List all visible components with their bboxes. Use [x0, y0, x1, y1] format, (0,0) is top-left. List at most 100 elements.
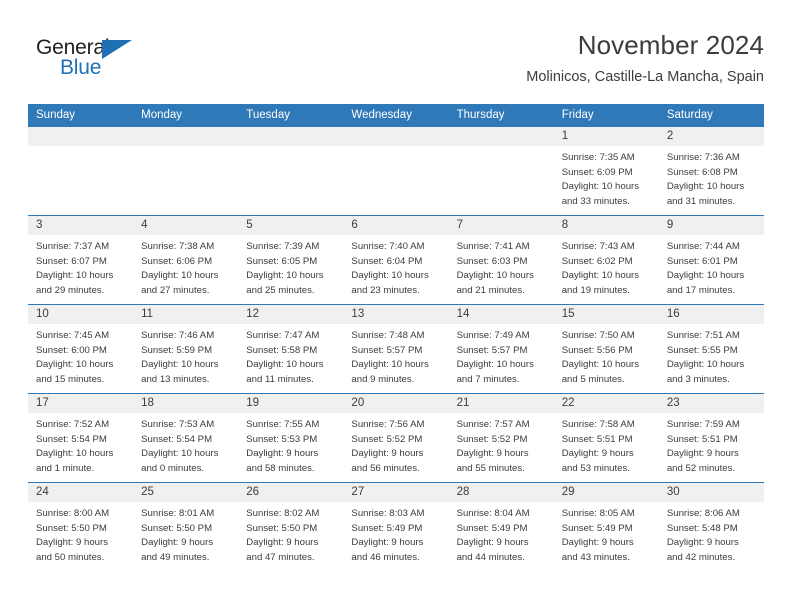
day-number: 23 [658, 394, 764, 413]
calendar-day-cell[interactable]: 3 Sunrise: 7:37 AM Sunset: 6:07 PM Daylight… [28, 215, 134, 305]
sunset-text: Sunset: 5:52 PM [351, 433, 423, 445]
sunset-text: Sunset: 5:50 PM [246, 522, 318, 534]
day-details: Sunrise: 7:44 AM Sunset: 6:01 PM Daylight:… [659, 235, 764, 298]
calendar-day-cell[interactable]: 18 Sunrise: 7:53 AM Sunset: 5:54 PM Dayligh… [133, 393, 239, 483]
day-details: Sunrise: 7:57 AM Sunset: 5:52 PM Daylight:… [449, 413, 554, 476]
daylight-text-line2: and 1 minute. [36, 462, 95, 474]
calendar-week-row: 3 Sunrise: 7:37 AM Sunset: 6:07 PM Daylight… [28, 215, 764, 305]
day-number: 11 [133, 305, 239, 324]
general-blue-logo[interactable]: General Blue [36, 36, 156, 84]
calendar-day-cell[interactable]: 14 Sunrise: 7:49 AM Sunset: 5:57 PM Dayligh… [448, 304, 554, 394]
calendar-day-cell[interactable]: 21 Sunrise: 7:57 AM Sunset: 5:52 PM Dayligh… [448, 393, 554, 483]
daylight-text-line1: Daylight: 9 hours [246, 448, 319, 460]
daylight-text-line2: and 17 minutes. [666, 284, 736, 296]
day-details: Sunrise: 8:02 AM Sunset: 5:50 PM Daylight:… [238, 502, 343, 565]
day-details: Sunrise: 8:05 AM Sunset: 5:49 PM Daylight:… [554, 502, 659, 565]
sunset-text: Sunset: 6:02 PM [561, 255, 633, 267]
sunset-text: Sunset: 5:49 PM [456, 522, 528, 534]
calendar-day-cell[interactable]: 5 Sunrise: 7:39 AM Sunset: 6:05 PM Daylight… [238, 215, 344, 305]
sunrise-text: Sunrise: 8:01 AM [141, 508, 215, 519]
day-details: Sunrise: 8:00 AM Sunset: 5:50 PM Daylight:… [28, 502, 133, 565]
daylight-text-line2: and 27 minutes. [141, 284, 210, 296]
calendar-day-cell[interactable]: 9 Sunrise: 7:44 AM Sunset: 6:01 PM Daylight… [658, 215, 764, 305]
daylight-text-line1: Daylight: 10 hours [141, 270, 219, 282]
day-number [28, 127, 134, 146]
calendar-day-cell[interactable]: 1 Sunrise: 7:35 AM Sunset: 6:09 PM Daylight… [553, 126, 659, 216]
daylight-text-line2: and 44 minutes. [456, 551, 525, 563]
calendar-day-cell[interactable]: 23 Sunrise: 7:59 AM Sunset: 5:51 PM Dayligh… [658, 393, 764, 483]
daylight-text-line2: and 29 minutes. [36, 284, 105, 296]
sunset-text: Sunset: 5:49 PM [351, 522, 423, 534]
calendar-day-cell[interactable]: 30 Sunrise: 8:06 AM Sunset: 5:48 PM Dayligh… [658, 482, 764, 572]
calendar-day-cell[interactable]: 27 Sunrise: 8:03 AM Sunset: 5:49 PM Dayligh… [343, 482, 449, 572]
day-details: Sunrise: 7:50 AM Sunset: 5:56 PM Daylight:… [554, 324, 659, 387]
calendar-day-cell[interactable]: 10 Sunrise: 7:45 AM Sunset: 6:00 PM Dayligh… [28, 304, 134, 394]
sunrise-text: Sunrise: 8:02 AM [246, 508, 320, 519]
title-block: November 2024 Molinicos, Castille-La Man… [526, 28, 764, 88]
day-details: Sunrise: 7:59 AM Sunset: 5:51 PM Daylight:… [659, 413, 764, 476]
calendar-week-row: 1 Sunrise: 7:35 AM Sunset: 6:09 PM Daylight… [28, 126, 764, 216]
sunset-text: Sunset: 5:48 PM [666, 522, 738, 534]
calendar-day-cell[interactable]: 26 Sunrise: 8:02 AM Sunset: 5:50 PM Dayligh… [238, 482, 344, 572]
calendar-day-cell[interactable]: 16 Sunrise: 7:51 AM Sunset: 5:55 PM Dayligh… [658, 304, 764, 394]
calendar-day-cell[interactable]: 19 Sunrise: 7:55 AM Sunset: 5:53 PM Dayligh… [238, 393, 344, 483]
daylight-text-line2: and 55 minutes. [456, 462, 525, 474]
daylight-text-line2: and 3 minutes. [666, 373, 730, 385]
calendar-day-cell[interactable]: 24 Sunrise: 8:00 AM Sunset: 5:50 PM Dayligh… [28, 482, 134, 572]
day-number: 6 [343, 216, 449, 235]
calendar-day-cell[interactable]: 12 Sunrise: 7:47 AM Sunset: 5:58 PM Dayligh… [238, 304, 344, 394]
sunrise-text: Sunrise: 7:59 AM [666, 419, 740, 430]
daylight-text-line1: Daylight: 10 hours [561, 181, 640, 193]
calendar-day-cell[interactable]: 29 Sunrise: 8:05 AM Sunset: 5:49 PM Dayligh… [553, 482, 659, 572]
calendar-day-cell[interactable]: 15 Sunrise: 7:50 AM Sunset: 5:56 PM Dayligh… [553, 304, 659, 394]
calendar-day-cell[interactable]: 7 Sunrise: 7:41 AM Sunset: 6:03 PM Daylight… [448, 215, 554, 305]
calendar-day-cell[interactable]: 17 Sunrise: 7:52 AM Sunset: 5:54 PM Dayligh… [28, 393, 134, 483]
sunrise-text: Sunrise: 7:36 AM [666, 152, 740, 163]
daylight-text-line1: Daylight: 10 hours [141, 359, 219, 371]
calendar-day-cell[interactable]: 4 Sunrise: 7:38 AM Sunset: 6:06 PM Daylight… [133, 215, 239, 305]
sunset-text: Sunset: 5:57 PM [351, 344, 423, 356]
sunrise-text: Sunrise: 7:38 AM [141, 241, 215, 252]
calendar-day-cell[interactable]: 20 Sunrise: 7:56 AM Sunset: 5:52 PM Dayligh… [343, 393, 449, 483]
sunset-text: Sunset: 6:04 PM [351, 255, 423, 267]
calendar-day-cell[interactable]: 13 Sunrise: 7:48 AM Sunset: 5:57 PM Dayligh… [343, 304, 449, 394]
day-number [238, 127, 344, 146]
calendar-day-cell[interactable]: 11 Sunrise: 7:46 AM Sunset: 5:59 PM Dayligh… [133, 304, 239, 394]
sunrise-text: Sunrise: 7:44 AM [666, 241, 740, 252]
day-details: Sunrise: 8:04 AM Sunset: 5:49 PM Daylight:… [449, 502, 554, 565]
daylight-text-line2: and 49 minutes. [141, 551, 210, 563]
sunset-text: Sunset: 6:09 PM [561, 166, 633, 178]
calendar-day-cell-empty [28, 126, 134, 216]
day-number: 3 [28, 216, 134, 235]
calendar-body: 1 Sunrise: 7:35 AM Sunset: 6:09 PM Daylight… [28, 126, 764, 572]
sunset-text: Sunset: 5:49 PM [561, 522, 633, 534]
calendar-day-cell[interactable]: 2 Sunrise: 7:36 AM Sunset: 6:08 PM Daylight… [658, 126, 764, 216]
calendar-week-row: 17 Sunrise: 7:52 AM Sunset: 5:54 PM Dayligh… [28, 393, 764, 483]
daylight-text-line2: and 47 minutes. [246, 551, 315, 563]
day-details: Sunrise: 8:01 AM Sunset: 5:50 PM Daylight:… [133, 502, 238, 565]
calendar-day-cell-empty [133, 126, 239, 216]
sunrise-text: Sunrise: 7:37 AM [36, 241, 110, 252]
day-details: Sunrise: 8:03 AM Sunset: 5:49 PM Daylight:… [343, 502, 448, 565]
day-number: 7 [448, 216, 554, 235]
day-details: Sunrise: 7:43 AM Sunset: 6:02 PM Daylight:… [554, 235, 659, 298]
daylight-text-line1: Daylight: 10 hours [561, 359, 640, 371]
calendar-day-cell[interactable]: 6 Sunrise: 7:40 AM Sunset: 6:04 PM Daylight… [343, 215, 449, 305]
weekday-header-monday: Monday [133, 104, 239, 127]
calendar-day-cell[interactable]: 25 Sunrise: 8:01 AM Sunset: 5:50 PM Dayligh… [133, 482, 239, 572]
sunrise-text: Sunrise: 7:35 AM [561, 152, 635, 163]
calendar-day-cell[interactable]: 28 Sunrise: 8:04 AM Sunset: 5:49 PM Dayligh… [448, 482, 554, 572]
daylight-text-line1: Daylight: 10 hours [456, 359, 534, 371]
calendar-day-cell[interactable]: 22 Sunrise: 7:58 AM Sunset: 5:51 PM Dayligh… [553, 393, 659, 483]
daylight-text-line1: Daylight: 10 hours [36, 448, 114, 460]
daylight-text-line1: Daylight: 10 hours [36, 359, 114, 371]
daylight-text-line1: Daylight: 9 hours [561, 537, 634, 549]
calendar-day-cell[interactable]: 8 Sunrise: 7:43 AM Sunset: 6:02 PM Daylight… [553, 215, 659, 305]
daylight-text-line2: and 21 minutes. [456, 284, 525, 296]
sunset-text: Sunset: 6:00 PM [36, 344, 107, 356]
day-details: Sunrise: 7:46 AM Sunset: 5:59 PM Daylight:… [133, 324, 238, 387]
daylight-text-line2: and 53 minutes. [561, 462, 630, 474]
sunrise-text: Sunrise: 7:53 AM [141, 419, 215, 430]
daylight-text-line2: and 9 minutes. [351, 373, 415, 385]
daylight-text-line2: and 25 minutes. [246, 284, 315, 296]
